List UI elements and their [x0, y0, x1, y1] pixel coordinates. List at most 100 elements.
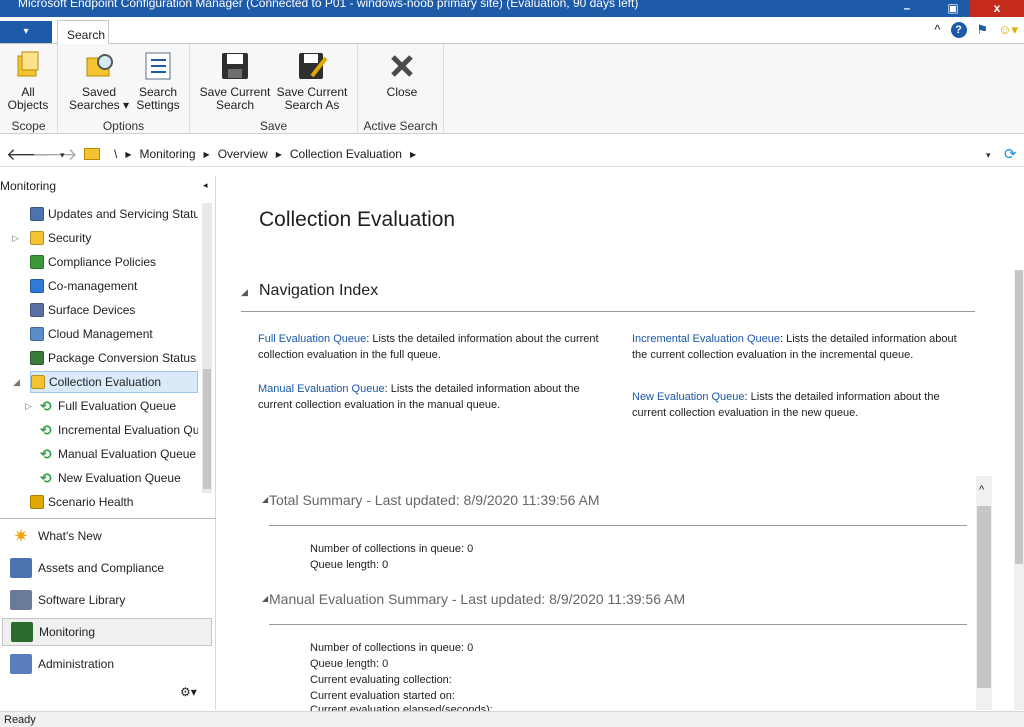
tree-item-full-evaluation-queue[interactable]: ▷ ⟲ Full Evaluation Queue [25, 395, 198, 417]
crumb-separator-icon[interactable]: ▶ [276, 150, 282, 159]
cloud-icon [30, 327, 44, 341]
section-divider [269, 525, 967, 526]
tree-item-co-management[interactable]: Co-management [30, 275, 198, 297]
feedback-flag-icon[interactable]: ⚑ [977, 21, 989, 39]
close-window-button[interactable]: x [970, 0, 1024, 17]
manual-queue-length: Queue length: 0 [310, 658, 389, 670]
title-bar: Microsoft Endpoint Configuration Manager… [0, 0, 1024, 17]
scroll-up-icon[interactable]: ^ [979, 484, 984, 496]
health-icon [30, 495, 44, 509]
smiley-icon[interactable]: ☺▾ [998, 21, 1018, 39]
chart-icon [30, 351, 44, 365]
file-menu-button[interactable]: ▾ [0, 21, 52, 43]
total-queue-length: Queue length: 0 [310, 559, 389, 571]
tree-item-label: New Evaluation Queue [58, 471, 181, 485]
tree-item-scenario-health[interactable]: Scenario Health [30, 491, 198, 513]
history-dropdown-icon[interactable]: ▾ [60, 145, 65, 165]
total-summary-heading: Total Summary - Last updated: 8/9/2020 1… [269, 492, 600, 508]
summary-scrollbar-thumb[interactable] [977, 506, 991, 688]
tree-item-updates-and-servicing-status[interactable]: Updates and Servicing Status [30, 203, 198, 225]
address-dropdown-icon[interactable]: ▾ [986, 145, 991, 165]
ribbon: All Objects Scope Saved Searches ▾ Searc… [0, 44, 1024, 134]
tree-item-label: Package Conversion Status [48, 351, 197, 365]
maximize-icon: ▣ [947, 1, 959, 15]
expand-arrow-icon[interactable]: ▷ [25, 401, 32, 412]
refresh-icon[interactable]: ⟳ [1004, 145, 1017, 165]
expand-arrow-icon[interactable]: ▷ [12, 233, 19, 244]
workspace-what-s-new[interactable]: ✷ What's New [2, 522, 212, 550]
crumb-separator-icon[interactable]: ▶ [410, 150, 416, 159]
page-title: Collection Evaluation [259, 208, 456, 231]
workspace-monitoring[interactable]: Monitoring [2, 618, 212, 646]
collapse-arrow-icon[interactable]: ◢ [13, 377, 20, 388]
section-divider [269, 624, 967, 625]
search-settings-button[interactable]: Search Settings [132, 50, 184, 112]
manual-collections-in-queue: Number of collections in queue: 0 [310, 642, 474, 654]
crumb-monitoring[interactable]: Monitoring [140, 147, 196, 161]
compliance-icon [30, 255, 44, 269]
tree-item-incremental-evaluation-queue[interactable]: ⟲ Incremental Evaluation Queue [40, 419, 198, 441]
workspace-administration[interactable]: Administration [2, 650, 212, 678]
tree-item-manual-evaluation-queue[interactable]: ⟲ Manual Evaluation Queue [40, 443, 198, 465]
tree-item-surface-devices[interactable]: Surface Devices [30, 299, 198, 321]
forward-arrow-icon[interactable]: 🡒 [32, 145, 78, 165]
crumb-root[interactable]: \ [114, 147, 117, 161]
content-scrollbar[interactable] [1014, 270, 1024, 710]
full-evaluation-queue-link[interactable]: Full Evaluation Queue [258, 333, 366, 345]
refresh-icon: ⟲ [40, 446, 52, 462]
new-evaluation-queue-link[interactable]: New Evaluation Queue [632, 391, 745, 403]
save-current-search-as-button[interactable]: Save Current Search As [276, 50, 348, 112]
crumb-collection-evaluation[interactable]: Collection Evaluation [290, 147, 402, 161]
assets-icon [10, 558, 32, 578]
refresh-icon: ⟲ [40, 470, 52, 486]
status-bar: Ready [0, 711, 1024, 727]
nav-entry-manual: Manual Evaluation Queue: Lists the detai… [258, 383, 580, 411]
crumb-separator-icon[interactable]: ▶ [204, 150, 210, 159]
collapse-arrow-icon[interactable]: ◢ [262, 495, 268, 504]
pane-title: Monitoring [0, 179, 57, 193]
manual-evaluation-queue-link[interactable]: Manual Evaluation Queue [258, 383, 385, 395]
tree-scrollbar[interactable] [202, 203, 212, 493]
workspace-software-library[interactable]: Software Library [2, 586, 212, 614]
collapse-arrow-icon[interactable]: ◢ [241, 287, 248, 298]
saved-searches-button[interactable]: Saved Searches ▾ [68, 50, 130, 112]
total-collections-in-queue: Number of collections in queue: 0 [310, 543, 474, 555]
save-current-search-button[interactable]: Save Current Search [198, 50, 272, 112]
file-dropdown-icon: ▾ [23, 26, 29, 37]
tree-item-package-conversion-status[interactable]: Package Conversion Status [30, 347, 198, 369]
all-objects-button[interactable]: All Objects [6, 50, 50, 112]
tree-item-new-evaluation-queue[interactable]: ⟲ New Evaluation Queue [40, 467, 198, 489]
minimize-button[interactable]: – [890, 0, 924, 17]
surface-icon [30, 303, 44, 317]
nav-entry-incremental: Incremental Evaluation Queue: Lists the … [632, 333, 957, 361]
collapse-ribbon-icon[interactable]: ^ [934, 21, 940, 39]
collapse-pane-icon[interactable]: ◂ [203, 180, 208, 191]
help-icon[interactable]: ? [950, 22, 967, 38]
folder-icon [30, 231, 44, 245]
tree-item-label: Full Evaluation Queue [58, 399, 177, 413]
current-evaluation-started: Current evaluation started on: [310, 690, 455, 702]
crumb-overview[interactable]: Overview [218, 147, 268, 161]
tree-item-label: Scenario Health [48, 495, 134, 509]
incremental-evaluation-queue-link[interactable]: Incremental Evaluation Queue [632, 333, 780, 345]
tree-item-compliance-policies[interactable]: Compliance Policies [30, 251, 198, 273]
collapse-arrow-icon[interactable]: ◢ [262, 594, 268, 603]
tree-item-cloud-management[interactable]: Cloud Management [30, 323, 198, 345]
configure-buttons-icon[interactable]: ⚙▾ [180, 685, 197, 699]
close-search-button[interactable]: Close [378, 50, 426, 99]
tab-search[interactable]: Search [57, 20, 109, 45]
tree-scrollbar-thumb[interactable] [203, 369, 211, 489]
folder-icon [84, 148, 100, 160]
maximize-button[interactable]: ▣ [936, 0, 970, 17]
navigation-index-heading: Navigation Index [259, 282, 379, 299]
workspace-label: Software Library [38, 593, 126, 607]
workspace-label: Monitoring [39, 625, 96, 639]
workspace-assets-and-compliance[interactable]: Assets and Compliance [2, 554, 212, 582]
crumb-separator-icon[interactable]: ▶ [125, 150, 131, 159]
folder-icon [31, 375, 45, 389]
content-scrollbar-thumb[interactable] [1015, 270, 1023, 564]
tree-item-collection-evaluation[interactable]: ◢ Collection Evaluation [13, 371, 198, 393]
tree-item-security[interactable]: ▷ Security [12, 227, 198, 249]
summary-scrollbar[interactable]: ^ [976, 476, 992, 710]
workspace-label: What's New [38, 529, 102, 543]
